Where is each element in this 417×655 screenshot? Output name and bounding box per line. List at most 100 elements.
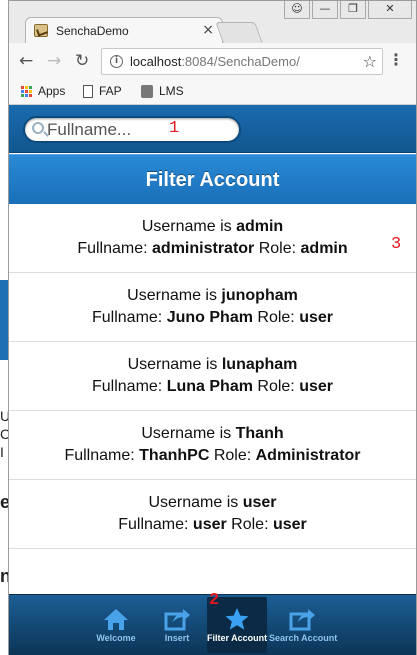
page-title-bar: Filter Account [9, 154, 416, 204]
page-icon [83, 84, 93, 98]
username-label: Username is [141, 425, 236, 442]
username-value: admin [236, 218, 284, 235]
user-icon[interactable]: ☺ [284, 1, 310, 19]
search-toolbar: 1 [9, 105, 416, 153]
browser-tab[interactable]: SenchaDemo × [25, 17, 223, 44]
fullname-label: Fullname: [77, 240, 153, 257]
window-controls: ☺ — ❐ ✕ [284, 1, 412, 21]
username-value: lunapham [221, 356, 298, 373]
search-input[interactable] [47, 120, 237, 140]
tab-label: Welcome [96, 633, 136, 643]
tab-insert[interactable]: Insert [157, 597, 197, 653]
fullname-label: Fullname: [92, 309, 167, 326]
account-list: Username is admin Fullname: administrato… [9, 204, 416, 549]
username-value: junopham [221, 287, 298, 304]
bookmark-label: LMS [159, 84, 184, 98]
fullname-line: Fullname: Juno Pham Role: user [9, 307, 416, 329]
fullname-line: Fullname: ThanhPC Role: Administrator [9, 445, 416, 467]
home-icon [104, 609, 128, 630]
page-title: Filter Account [145, 169, 280, 191]
username-line: Username is Thanh [9, 423, 416, 445]
fullname-line: Fullname: user Role: user [9, 514, 416, 536]
apps-grid-icon [21, 85, 32, 97]
bookmark-label: Apps [38, 84, 66, 98]
tab-label: Filter Account [207, 633, 268, 643]
role-label: Role: [226, 516, 273, 533]
search-field[interactable] [23, 116, 241, 143]
username-value: user [242, 494, 277, 511]
annotation-marker: 3 [391, 235, 402, 254]
fullname-line: Fullname: Luna Pham Role: user [9, 376, 416, 398]
bottom-tab-bar: Welcome Insert Filter Account 2 Search A… [9, 591, 416, 655]
username-label: Username is [148, 494, 243, 511]
bookmark-lms[interactable]: LMS [141, 84, 184, 98]
reload-icon[interactable]: ↻ [75, 51, 89, 71]
fullname-label: Fullname: [92, 378, 167, 395]
restore-button[interactable]: ❐ [340, 1, 366, 19]
list-item[interactable]: Username is Thanh Fullname: ThanhPC Role… [9, 411, 416, 480]
lms-icon [141, 84, 153, 98]
address-bar[interactable]: i localhost:8084/SenchaDemo/ ☆ [101, 48, 383, 75]
compose-icon [164, 609, 190, 631]
background-text: I [0, 444, 4, 460]
role-label: Role: [252, 378, 300, 395]
fullname-label: Fullname: [64, 447, 140, 464]
bookmark-fap[interactable]: FAP [83, 84, 122, 98]
role-value: user [272, 516, 307, 533]
close-window-button[interactable]: ✕ [368, 1, 412, 19]
bookmark-apps[interactable]: Apps [21, 84, 65, 98]
minimize-button[interactable]: — [312, 1, 338, 19]
fullname-label: Fullname: [118, 516, 193, 533]
background-text: U [0, 408, 8, 424]
compose-icon [289, 609, 315, 631]
back-arrow-icon[interactable]: ← [19, 51, 33, 71]
annotation-marker: 1 [169, 119, 180, 138]
browser-window: SenchaDemo × ☺ — ❐ ✕ ← → ↻ i localhost:8… [8, 0, 417, 655]
star-icon [225, 608, 249, 630]
bookmark-label: FAP [99, 84, 122, 98]
fullname-line: Fullname: administrator Role: admin [9, 238, 416, 260]
sencha-favicon-icon [34, 24, 48, 37]
background-text: e [0, 492, 8, 512]
fullname-value: Luna Pham [166, 378, 253, 395]
list-item[interactable]: Username is lunapham Fullname: Luna Pham… [9, 342, 416, 411]
list-item[interactable]: Username is junopham Fullname: Juno Pham… [9, 273, 416, 342]
menu-kebab-icon[interactable]: ⋮ [388, 50, 404, 69]
search-icon [32, 122, 44, 134]
forward-arrow-icon[interactable]: → [47, 51, 61, 71]
username-label: Username is [141, 218, 237, 235]
url-text[interactable]: localhost:8084/SenchaDemo/ [130, 54, 300, 69]
username-line: Username is lunapham [9, 354, 416, 376]
tab-welcome[interactable]: Welcome [91, 597, 141, 653]
app-viewport: 1 Filter Account Username is admin Fulln… [9, 105, 416, 655]
bookmark-star-icon[interactable]: ☆ [363, 52, 377, 71]
role-label: Role: [254, 240, 301, 257]
background-text: n [0, 566, 8, 586]
info-icon[interactable]: i [110, 55, 123, 68]
fullname-value: Juno Pham [166, 309, 253, 326]
fullname-value: administrator [152, 240, 255, 257]
close-tab-icon[interactable]: × [202, 22, 214, 38]
url-host: localhost [130, 54, 182, 69]
background-blue-block [0, 280, 8, 360]
list-item[interactable]: Username is admin Fullname: administrato… [9, 204, 416, 273]
username-line: Username is junopham [9, 285, 416, 307]
tab-label: Insert [164, 633, 190, 643]
role-value: user [299, 309, 333, 326]
list-item[interactable]: Username is user Fullname: user Role: us… [9, 480, 416, 549]
tab-filter-account[interactable]: Filter Account 2 [207, 591, 268, 653]
tab-label: Search Account [269, 633, 338, 643]
role-value: Administrator [255, 447, 361, 464]
bookmarks-bar: Apps FAP LMS [9, 79, 416, 105]
username-line: Username is admin [9, 216, 416, 238]
role-value: admin [300, 240, 348, 257]
tab-search-account[interactable]: Search Account [269, 597, 338, 653]
fullname-value: ThanhPC [139, 447, 210, 464]
role-value: user [299, 378, 333, 395]
username-value: Thanh [235, 425, 284, 442]
username-label: Username is [127, 356, 222, 373]
annotation-marker: 2 [209, 591, 220, 610]
new-tab-button[interactable] [215, 22, 263, 43]
title-bar: SenchaDemo × ☺ — ❐ ✕ [9, 1, 416, 44]
background-text: C [0, 426, 8, 442]
